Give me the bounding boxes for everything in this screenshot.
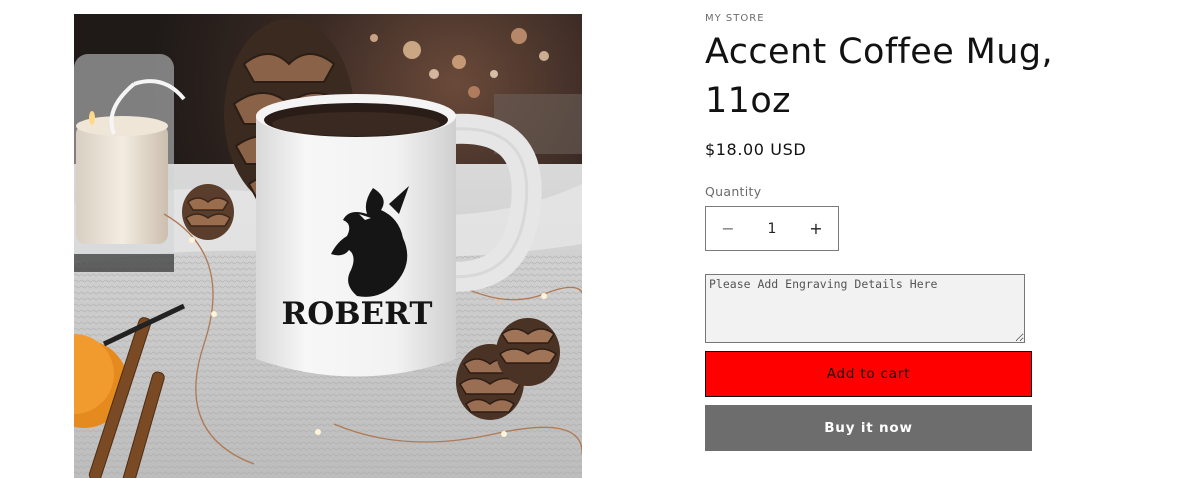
quantity-label: Quantity	[705, 184, 762, 199]
quantity-decrease-button[interactable]: −	[706, 207, 750, 250]
engraving-details-field[interactable]	[705, 274, 1025, 343]
product-photo-mug: ROBERT	[74, 14, 582, 478]
mug-print-text: ROBERT	[282, 296, 433, 332]
product-image[interactable]: ROBERT	[74, 14, 582, 478]
quantity-increase-button[interactable]: +	[794, 207, 838, 250]
product-price: $18.00 USD	[705, 140, 807, 159]
product-vendor: MY STORE	[705, 13, 765, 24]
quantity-input[interactable]	[750, 207, 794, 250]
buy-it-now-button[interactable]: Buy it now	[705, 405, 1032, 451]
add-to-cart-button[interactable]: Add to cart	[705, 351, 1032, 397]
quantity-stepper: − +	[705, 206, 839, 251]
product-title: Accent Coffee Mug, 11oz	[705, 32, 1053, 121]
